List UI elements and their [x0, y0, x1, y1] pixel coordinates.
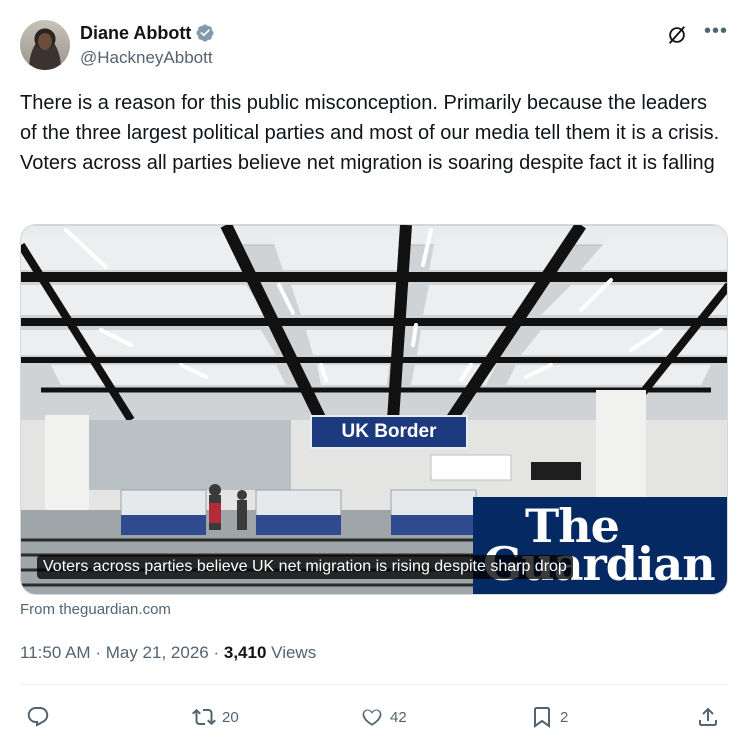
- reply-icon: [27, 707, 49, 727]
- more-icon[interactable]: •••: [704, 21, 727, 44]
- bookmark-button[interactable]: 2: [530, 700, 568, 734]
- author-info: Diane Abbott @HackneyAbbott: [80, 22, 215, 68]
- uk-border-sign: UK Border: [310, 415, 468, 449]
- retweet-icon: [192, 708, 216, 726]
- card-caption[interactable]: Voters across parties believe UK net mig…: [37, 555, 573, 579]
- meta-separator: ·: [213, 643, 220, 662]
- avatar[interactable]: [20, 20, 70, 70]
- grok-icon[interactable]: [666, 24, 688, 46]
- tweet-text: There is a reason for this public miscon…: [20, 92, 720, 174]
- bookmark-count: 2: [560, 708, 569, 726]
- share-button[interactable]: [696, 700, 720, 734]
- author-display-name[interactable]: Diane Abbott: [80, 22, 191, 44]
- card-source[interactable]: From theguardian.com: [20, 601, 171, 619]
- share-icon: [699, 707, 717, 726]
- bookmark-icon: [534, 707, 550, 728]
- heart-icon: [362, 709, 382, 726]
- meta-separator: ·: [95, 643, 101, 662]
- divider: [20, 684, 728, 685]
- author-name-row[interactable]: Diane Abbott: [80, 22, 215, 44]
- link-card[interactable]: UK Border The Guardian Voters across par…: [20, 224, 728, 595]
- views-count: 3,410: [223, 643, 267, 662]
- tweet-time[interactable]: 11:50 AM: [20, 643, 91, 662]
- retweet-button[interactable]: 20: [192, 700, 239, 734]
- author-handle[interactable]: @HackneyAbbott: [80, 48, 215, 68]
- tweet-date[interactable]: May 21, 2026: [106, 643, 209, 662]
- tweet-header: Diane Abbott @HackneyAbbott •••: [20, 20, 728, 72]
- like-button[interactable]: 42: [360, 700, 407, 734]
- views-label: Views: [271, 643, 317, 662]
- like-count: 42: [390, 708, 407, 726]
- reply-button[interactable]: [26, 700, 56, 734]
- tweet-meta: 11:50 AM · May 21, 2026 · 3,410 Views: [20, 642, 316, 664]
- retweet-count: 20: [222, 708, 239, 726]
- verified-badge-icon: [196, 24, 214, 42]
- action-bar: 20 42 2: [20, 700, 728, 734]
- guardian-logo: The Guardian: [473, 497, 727, 594]
